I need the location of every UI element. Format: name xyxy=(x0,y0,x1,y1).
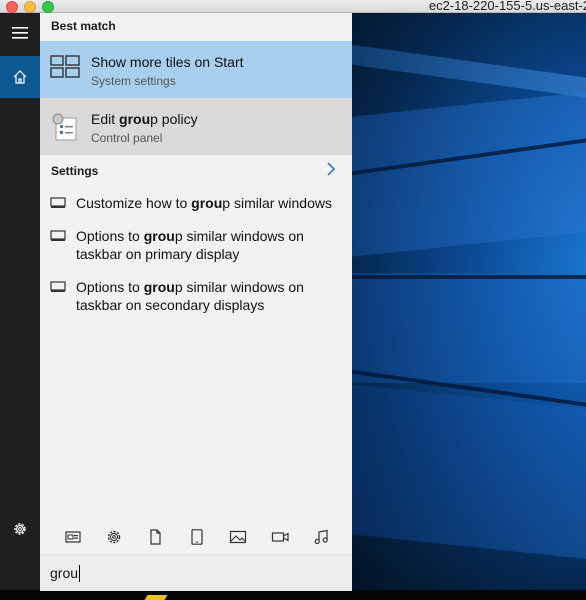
minimize-window-button[interactable] xyxy=(24,1,36,13)
desktop-wallpaper xyxy=(352,13,586,590)
best-match-heading: Best match xyxy=(51,19,116,33)
search-filter-bar xyxy=(40,519,352,555)
group-policy-icon xyxy=(52,113,77,141)
menu-button[interactable] xyxy=(0,13,40,53)
gear-icon xyxy=(14,523,26,535)
music-icon[interactable] xyxy=(312,529,330,545)
chevron-right-icon[interactable] xyxy=(326,161,336,177)
settings-item-label: Options to group similar windows on task… xyxy=(76,228,304,262)
text-caret xyxy=(79,565,80,582)
result-subtitle: System settings xyxy=(91,74,176,88)
settings-button[interactable] xyxy=(0,509,40,549)
tiles-icon xyxy=(50,55,80,78)
settings-item-label: Options to group similar windows on task… xyxy=(76,279,304,313)
apps-icon[interactable] xyxy=(64,529,82,545)
search-box[interactable] xyxy=(40,554,352,591)
photo-icon[interactable] xyxy=(229,529,247,545)
taskbar xyxy=(0,590,586,600)
start-rail xyxy=(0,13,40,590)
hamburger-icon xyxy=(12,27,28,39)
result-title: Edit group policy xyxy=(91,111,198,127)
settings-item-label: Customize how to group similar windows xyxy=(76,195,332,211)
home-button[interactable] xyxy=(0,56,40,98)
home-icon xyxy=(13,70,27,84)
settings-heading: Settings xyxy=(51,164,99,178)
document-icon[interactable] xyxy=(146,529,164,545)
result-edit-group-policy[interactable]: Edit group policy Control panel xyxy=(40,98,352,155)
search-results-panel: Best match Show more tiles on Start Syst… xyxy=(40,13,352,591)
display-icon xyxy=(50,281,66,292)
taskbar-app-icon[interactable] xyxy=(144,595,168,600)
display-icon xyxy=(50,197,66,208)
result-title: Show more tiles on Start xyxy=(91,54,244,70)
window-title-bar: ec2-18-220-155-5.us-east-2 xyxy=(0,0,586,13)
window-title: ec2-18-220-155-5.us-east-2 xyxy=(428,0,586,13)
display-icon xyxy=(50,230,66,241)
gear-icon[interactable] xyxy=(105,529,123,545)
tablet-icon[interactable] xyxy=(188,529,206,545)
close-window-button[interactable] xyxy=(6,1,18,13)
result-show-more-tiles[interactable]: Show more tiles on Start System settings xyxy=(40,41,352,98)
search-input[interactable] xyxy=(50,563,340,583)
result-subtitle: Control panel xyxy=(91,131,163,145)
video-icon[interactable] xyxy=(271,529,289,545)
zoom-window-button[interactable] xyxy=(42,1,54,13)
